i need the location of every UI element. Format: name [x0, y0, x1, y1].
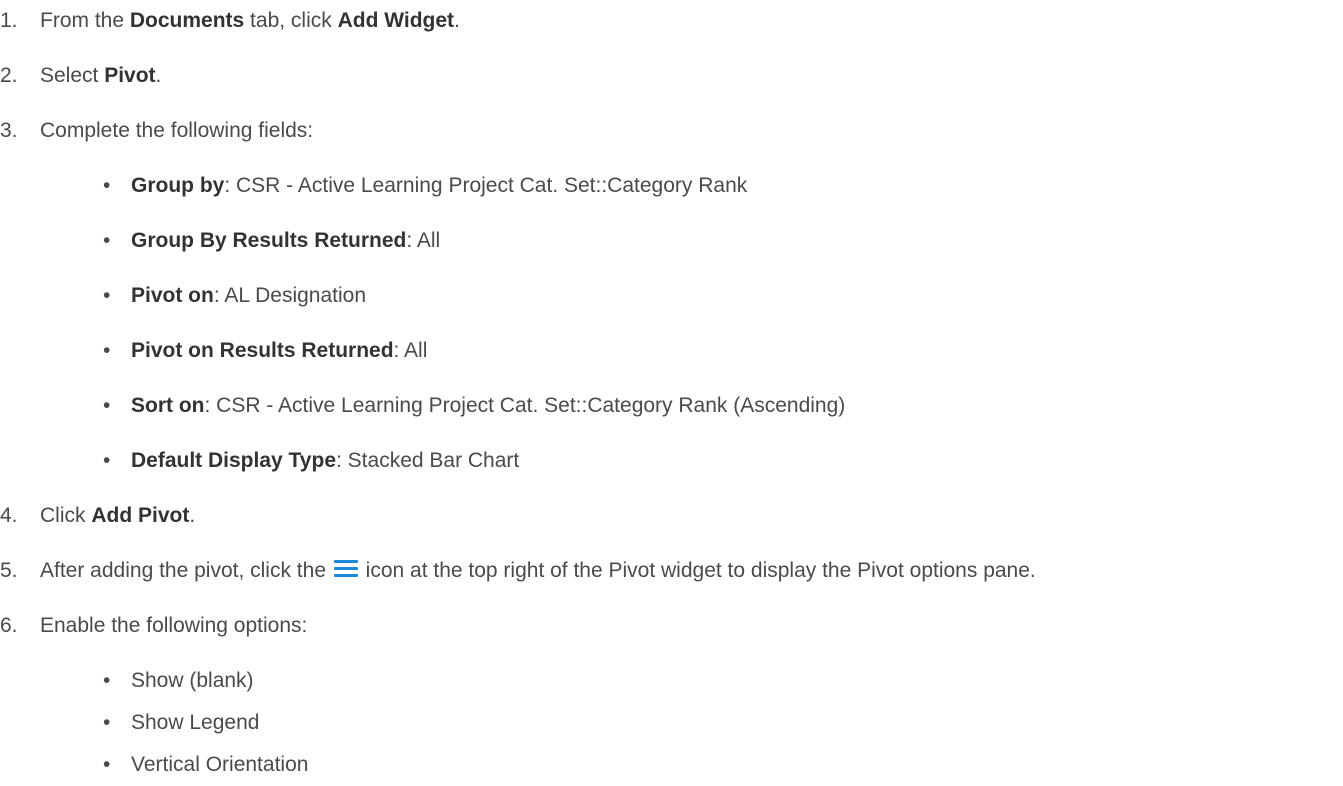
field-pivot-on: • Pivot on: AL Designation: [103, 284, 367, 307]
step-4: 4. Click Add Pivot.: [0, 504, 196, 527]
step-5: 5. After adding the pivot, click the icon…: [0, 559, 1036, 582]
hamburger-menu-icon: [333, 560, 358, 578]
field-default-display-type: • Default Display Type: Stacked Bar Chart: [103, 449, 520, 472]
step-number: 4.: [0, 504, 18, 527]
option-vertical-orientation: • Vertical Orientation: [103, 753, 309, 776]
field-pivot-on-results: • Pivot on Results Returned: All: [103, 339, 428, 362]
step-2: 2. Select Pivot.: [0, 64, 162, 87]
step-number: 3.: [0, 119, 18, 142]
option-show-legend: • Show Legend: [103, 711, 260, 734]
step-number: 1.: [0, 9, 18, 32]
field-sort-on: • Sort on: CSR - Active Learning Project …: [103, 394, 846, 417]
pivot-label: Pivot: [104, 64, 156, 87]
step-1: 1. From the Documents tab, click Add Widg…: [0, 9, 460, 32]
documents-tab-label: Documents: [129, 9, 245, 32]
step-number: 5.: [0, 559, 18, 582]
option-show-blank: • Show (blank): [103, 669, 254, 692]
step-3: 3. Complete the following fields:: [0, 119, 314, 142]
document: 1. From the Documents tab, click Add Widg…: [0, 0, 1343, 786]
step-number: 6.: [0, 614, 18, 637]
add-pivot-label: Add Pivot: [91, 504, 190, 527]
step-number: 2.: [0, 64, 18, 87]
field-group-by-results: • Group By Results Returned: All: [103, 229, 441, 252]
field-group-by: • Group by: CSR - Active Learning Project…: [103, 174, 748, 197]
step-6: 6. Enable the following options:: [0, 614, 308, 637]
add-widget-label: Add Widget: [337, 9, 455, 32]
